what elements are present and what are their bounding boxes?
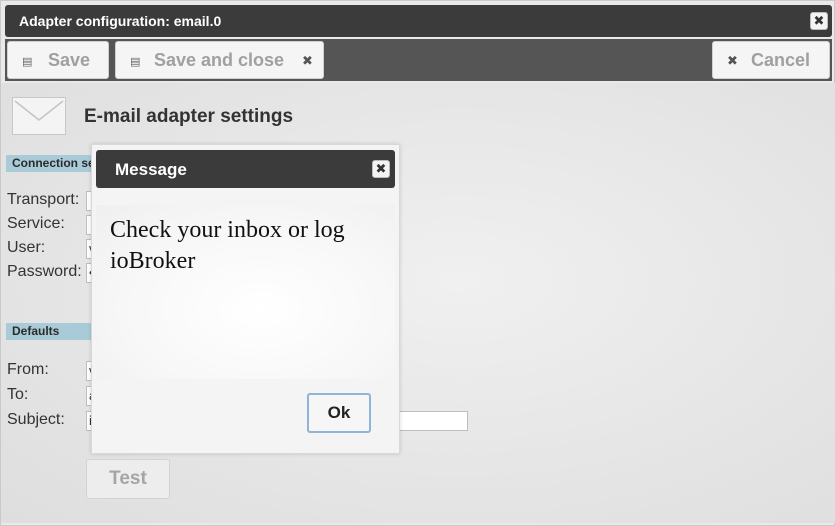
test-button[interactable]: Test <box>86 459 170 499</box>
toolbar: ▤ Save ▤ Save and close ✖ ✖ Cancel <box>5 39 832 81</box>
ok-button[interactable]: Ok <box>307 393 371 433</box>
to-label: To: <box>7 386 29 403</box>
message-dialog: Message ✖ Check your inbox or log ioBrok… <box>91 144 400 454</box>
save-label: Save <box>48 50 91 70</box>
dialog-titlebar: Message ✖ <box>96 150 395 188</box>
user-label: User: <box>7 239 46 256</box>
save-icon: ▤ <box>22 56 33 68</box>
from-label: From: <box>7 361 49 378</box>
dialog-body: Check your inbox or log ioBroker <box>96 205 395 379</box>
cancel-icon: ✖ <box>727 53 738 68</box>
page-title: E-mail adapter settings <box>84 106 294 127</box>
dialog-message: Check your inbox or log ioBroker <box>110 217 345 274</box>
save-button[interactable]: ▤ Save <box>7 41 109 79</box>
envelope-icon <box>12 97 66 135</box>
defaults-section-header: Defaults <box>6 323 96 340</box>
save-and-close-button[interactable]: ▤ Save and close ✖ <box>115 41 324 79</box>
close-icon: ✖ <box>302 53 313 68</box>
window-titlebar: Adapter configuration: email.0 ✖ <box>5 5 832 37</box>
password-label: Password: <box>7 263 82 280</box>
transport-label: Transport: <box>7 191 80 208</box>
service-label: Service: <box>7 215 65 232</box>
save-icon: ▤ <box>130 56 141 68</box>
subject-label: Subject: <box>7 411 65 428</box>
window-title: Adapter configuration: email.0 <box>19 13 222 29</box>
cancel-label: Cancel <box>751 50 811 70</box>
adapter-config-window: Adapter configuration: email.0 ✖ ▤ Save … <box>0 0 835 526</box>
save-and-close-label: Save and close <box>154 50 285 70</box>
cancel-button[interactable]: ✖ Cancel <box>712 41 830 79</box>
close-window-button[interactable]: ✖ <box>810 12 828 30</box>
connection-section-header: Connection se <box>6 155 96 172</box>
dialog-title: Message <box>115 160 187 179</box>
close-dialog-button[interactable]: ✖ <box>372 160 390 178</box>
